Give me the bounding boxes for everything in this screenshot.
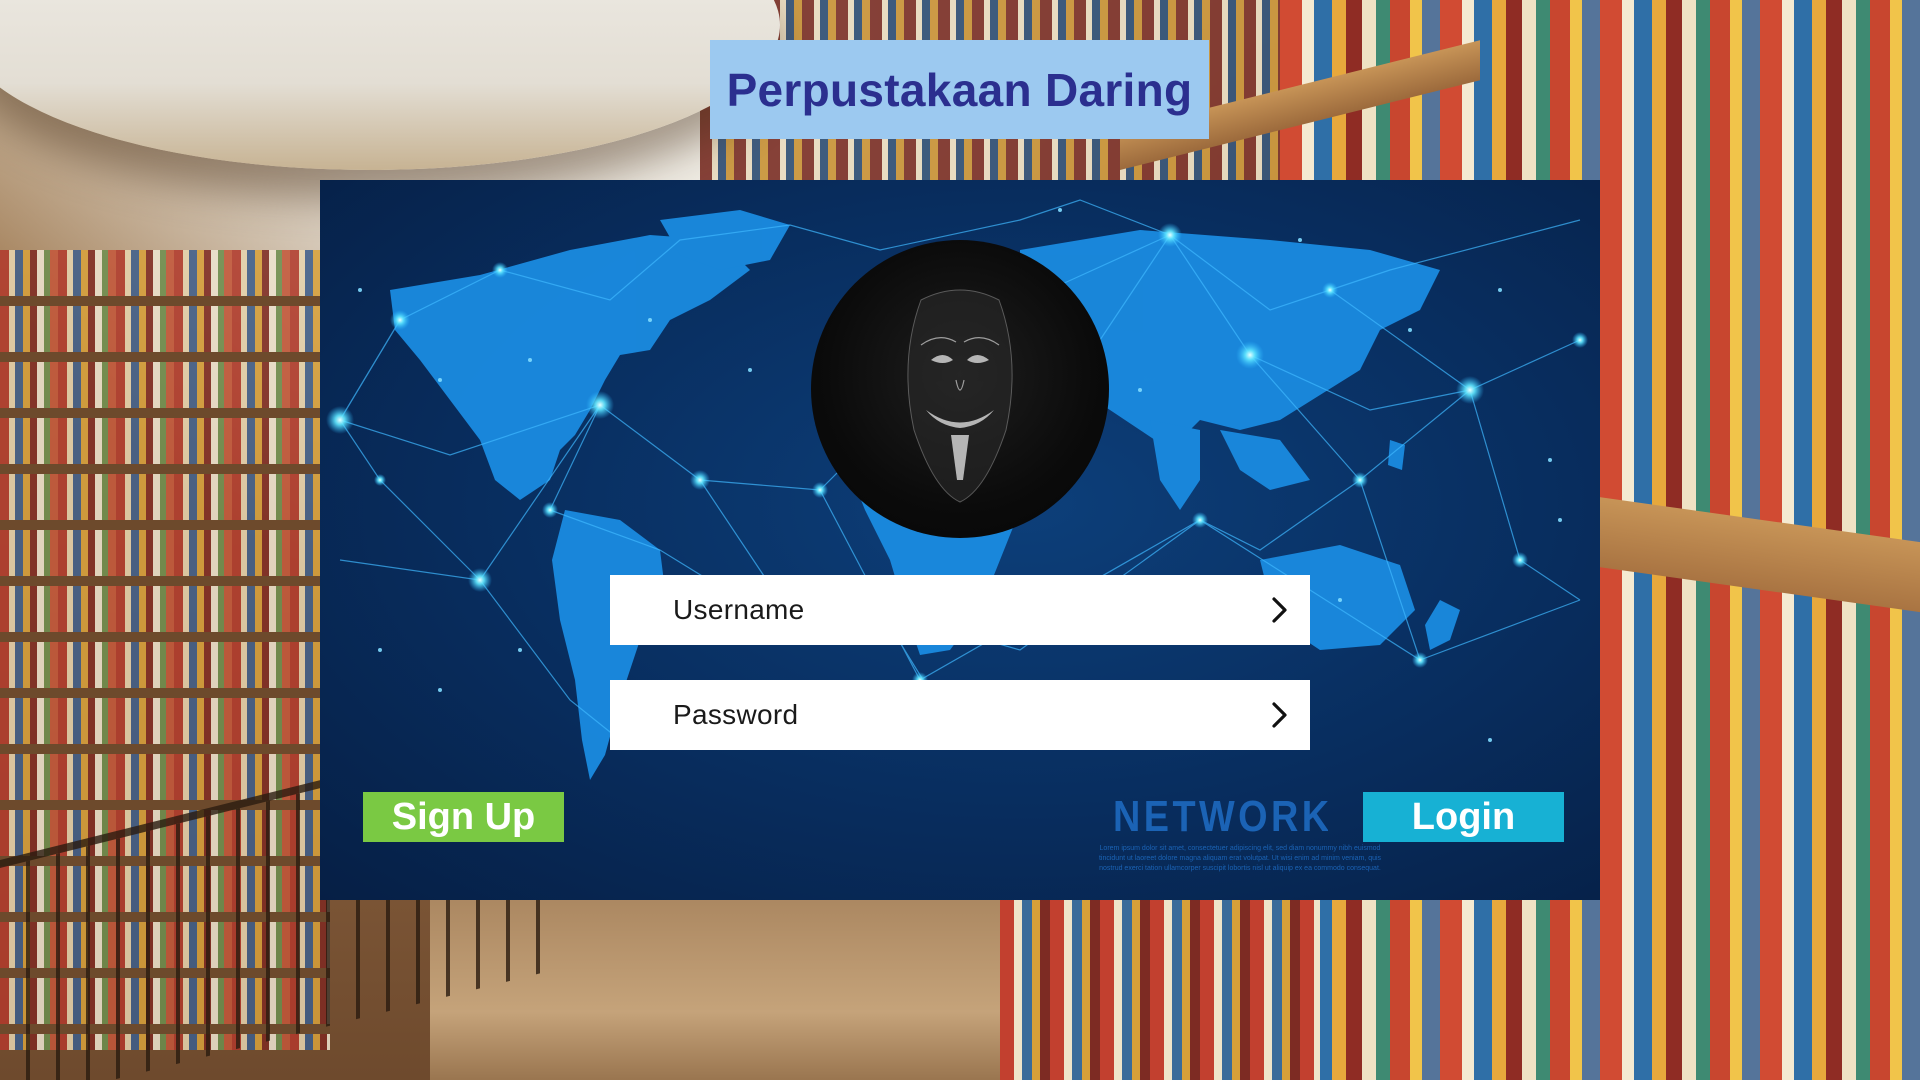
sign-up-button[interactable]: Sign Up (363, 792, 564, 842)
ceiling (0, 0, 780, 170)
brand-subtext: Lorem ipsum dolor sit amet, consectetuer… (1098, 845, 1382, 872)
bookshelf-bottom (1000, 900, 1320, 1080)
networking-brand-text: NETWORKIN (1113, 792, 1328, 841)
chevron-right-icon[interactable] (1266, 701, 1294, 729)
password-placeholder: Password (673, 699, 799, 730)
guy-fawkes-mask-icon (811, 240, 1109, 538)
username-placeholder: Username (673, 594, 805, 625)
page-title: Perpustakaan Daring (726, 63, 1193, 116)
login-button[interactable]: Login (1363, 792, 1564, 842)
password-field[interactable]: Password (610, 680, 1310, 750)
login-panel: Username Password Sign Up NETWORKIN Lore… (320, 180, 1600, 900)
username-field[interactable]: Username (610, 575, 1310, 645)
chevron-right-icon[interactable] (1266, 596, 1294, 624)
page-title-box: Perpustakaan Daring (710, 40, 1209, 139)
